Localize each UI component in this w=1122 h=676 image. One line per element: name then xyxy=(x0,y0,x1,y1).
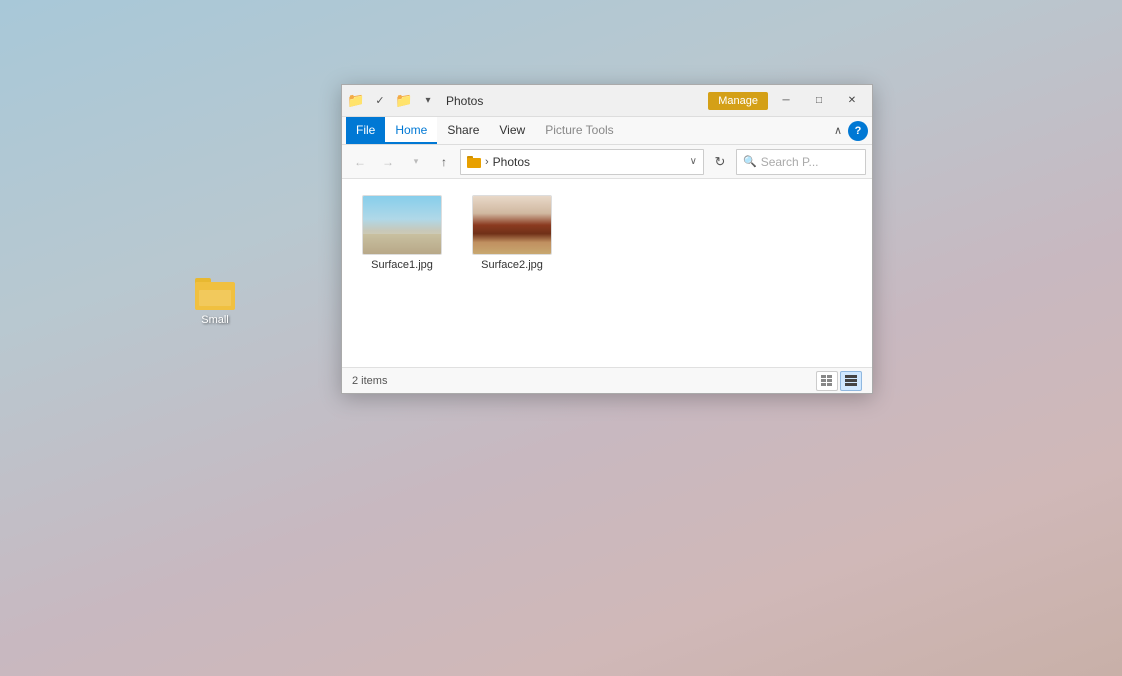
view-buttons xyxy=(816,371,862,391)
title-bar-left: 📁 ✓ 📁 ▾ Photos xyxy=(346,91,708,111)
address-dropdown-icon: ∨ xyxy=(690,156,697,167)
address-bar: ← → ▾ ↑ › Photos ∨ ↻ 🔍 Search P... xyxy=(342,145,872,179)
qat-folder-btn[interactable]: 📁 xyxy=(346,91,366,111)
desktop-icon-label: Small xyxy=(201,314,229,326)
manage-button[interactable]: Manage xyxy=(708,92,768,110)
recent-locations-button[interactable]: ▾ xyxy=(404,150,428,174)
ribbon-tabs: File Home Share View Picture Tools ∧ ? xyxy=(342,117,872,145)
thumbnail-image-surface1 xyxy=(363,196,441,254)
folder-icon-shape xyxy=(195,278,235,310)
forward-button[interactable]: → xyxy=(376,150,400,174)
tiles-view-icon xyxy=(845,375,857,387)
close-button[interactable]: ✕ xyxy=(836,87,868,115)
help-button[interactable]: ? xyxy=(848,121,868,141)
search-box[interactable]: 🔍 Search P... xyxy=(736,149,866,175)
window-controls: ─ □ ✕ xyxy=(770,87,868,115)
qat-check-btn[interactable]: ✓ xyxy=(370,91,390,111)
explorer-window: 📁 ✓ 📁 ▾ Photos Manage ─ □ ✕ File Home Sh xyxy=(341,84,873,394)
thumbnail-image-surface2 xyxy=(473,196,551,254)
maximize-button[interactable]: □ xyxy=(803,87,835,115)
tab-home[interactable]: Home xyxy=(385,117,437,144)
details-view-icon xyxy=(821,375,833,387)
file-item-surface2[interactable]: Surface2.jpg xyxy=(472,195,552,271)
desktop: Small 📁 ✓ 📁 ▾ Photos Manage ─ □ ✕ File xyxy=(0,0,1122,676)
status-count: 2 items xyxy=(352,375,387,387)
file-item-surface1[interactable]: Surface1.jpg xyxy=(362,195,442,271)
ribbon-collapse-btn[interactable]: ∧ xyxy=(828,120,848,141)
file-area: Surface1.jpg Surface2.jpg xyxy=(342,179,872,367)
path-arrow: › xyxy=(485,156,489,168)
address-box[interactable]: › Photos ∨ xyxy=(460,149,704,175)
file-name-surface1: Surface1.jpg xyxy=(371,259,433,271)
tab-share[interactable]: Share xyxy=(437,117,489,144)
minimize-button[interactable]: ─ xyxy=(770,87,802,115)
desktop-folder-icon[interactable]: Small xyxy=(185,278,245,326)
refresh-button[interactable]: ↻ xyxy=(708,150,732,174)
qat-arrow-btn[interactable]: ▾ xyxy=(418,91,438,111)
tab-view[interactable]: View xyxy=(489,117,535,144)
window-title: Photos xyxy=(446,94,483,108)
thumbnail-surface1 xyxy=(362,195,442,255)
view-details-button[interactable] xyxy=(816,371,838,391)
title-bar: 📁 ✓ 📁 ▾ Photos Manage ─ □ ✕ xyxy=(342,85,872,117)
view-tiles-button[interactable] xyxy=(840,371,862,391)
status-bar: 2 items xyxy=(342,367,872,393)
address-path: Photos xyxy=(493,155,530,169)
search-icon: 🔍 xyxy=(743,155,757,168)
back-button[interactable]: ← xyxy=(348,150,372,174)
tab-picture-tools[interactable]: Picture Tools xyxy=(535,117,623,144)
thumbnail-surface2 xyxy=(472,195,552,255)
file-name-surface2: Surface2.jpg xyxy=(481,259,543,271)
search-placeholder: Search P... xyxy=(761,155,819,169)
address-folder-icon xyxy=(467,156,481,168)
up-button[interactable]: ↑ xyxy=(432,150,456,174)
qat-folder2-btn[interactable]: 📁 xyxy=(394,91,414,111)
tab-file[interactable]: File xyxy=(346,117,385,144)
